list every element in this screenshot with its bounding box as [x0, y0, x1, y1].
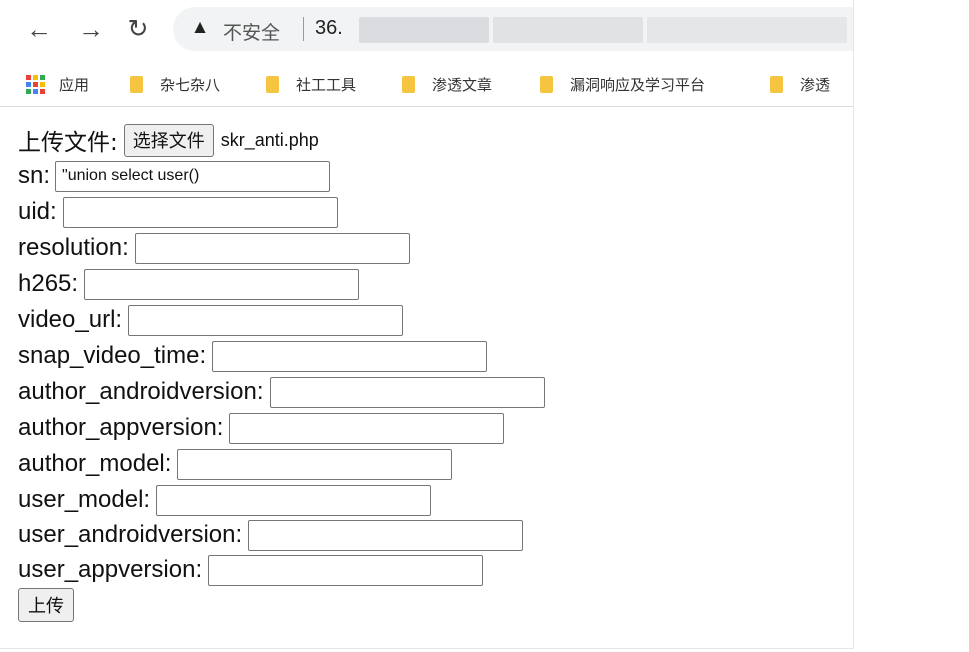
resolution-input[interactable]	[134, 232, 410, 264]
field-row-uid: uid:	[18, 194, 338, 230]
folder-icon	[266, 75, 279, 93]
bookmark-label: 漏洞响应及学习平台	[570, 75, 706, 94]
author-androidversion-input[interactable]	[269, 376, 545, 408]
field-row-video-url: video_url:	[18, 302, 404, 338]
warning-icon: ▲	[190, 17, 210, 38]
arrow-right-icon: →	[78, 13, 104, 44]
bookmark-folder[interactable]: 杂七杂八	[130, 70, 220, 98]
field-label: author_appversion:	[18, 414, 224, 441]
sn-input[interactable]	[55, 160, 331, 192]
user-androidversion-input[interactable]	[248, 519, 524, 551]
field-label: resolution:	[18, 234, 129, 261]
uid-input[interactable]	[62, 196, 338, 228]
bookmark-label: 应用	[59, 75, 90, 94]
field-label: sn:	[18, 162, 51, 189]
author-model-input[interactable]	[177, 448, 453, 480]
field-label: video_url:	[18, 306, 123, 333]
field-label: user_appversion:	[18, 556, 203, 583]
bookmark-folder[interactable]: 渗透文章	[402, 70, 492, 98]
field-row-author-model: author_model:	[18, 446, 453, 482]
folder-icon	[402, 75, 415, 93]
field-row-user-model: user_model:	[18, 482, 432, 518]
author-appversion-input[interactable]	[229, 412, 505, 444]
field-label: user_androidversion:	[18, 521, 243, 548]
user-appversion-input[interactable]	[208, 554, 484, 586]
file-name: skr_anti.php	[220, 129, 319, 150]
snap-video-time-input[interactable]	[212, 340, 488, 372]
file-row: 上传文件: 选择文件 skr_anti.php	[18, 122, 319, 158]
field-label: author_model:	[18, 450, 172, 477]
field-label: uid:	[18, 198, 57, 225]
bookmark-label: 杂七杂八	[160, 75, 221, 94]
field-row-h265: h265:	[18, 266, 360, 302]
browser-toolbar: ← → ↻ ▲ 不安全 36.	[0, 0, 853, 62]
address-bar[interactable]: ▲ 不安全 36.	[173, 7, 853, 51]
h265-input[interactable]	[84, 268, 360, 300]
field-label: author_androidversion:	[18, 378, 264, 405]
field-label: snap_video_time:	[18, 342, 207, 369]
field-label: h265:	[18, 270, 79, 297]
security-status[interactable]: 不安全	[223, 18, 280, 45]
bookmark-folder[interactable]: 漏洞响应及学习平台	[540, 70, 705, 98]
field-label: user_model:	[18, 486, 151, 513]
reload-icon: ↻	[127, 15, 149, 43]
bookmark-label: 渗透文章	[432, 75, 493, 94]
file-label: 上传文件:	[18, 130, 118, 156]
choose-file-button[interactable]: 选择文件	[123, 123, 214, 157]
url-redaction	[647, 17, 847, 43]
url-text[interactable]: 36.	[315, 17, 343, 40]
video-url-input[interactable]	[128, 304, 404, 336]
bookmarks-bar: 应用 杂七杂八 社工工具 渗透文章 漏洞响应及学习平台 渗透	[0, 62, 853, 107]
folder-icon	[130, 75, 143, 93]
bookmark-apps[interactable]: 应用	[26, 70, 89, 98]
arrow-left-icon: ←	[26, 13, 52, 44]
field-row-user-androidversion: user_androidversion:	[18, 517, 524, 553]
bookmark-folder[interactable]: 社工工具	[266, 70, 356, 98]
upload-submit-button[interactable]: 上传	[18, 588, 74, 622]
address-separator	[303, 17, 304, 41]
reload-button[interactable]: ↻	[121, 12, 155, 46]
bookmark-label: 社工工具	[296, 75, 357, 94]
url-redaction	[493, 17, 643, 43]
bookmark-label: 渗透	[800, 75, 831, 94]
folder-icon	[770, 75, 783, 93]
field-row-user-appversion: user_appversion:	[18, 552, 484, 588]
forward-button[interactable]: →	[74, 12, 108, 46]
back-button[interactable]: ←	[22, 12, 56, 46]
field-row-sn: sn:	[18, 158, 331, 194]
url-redaction	[359, 17, 489, 43]
apps-grid-icon	[26, 74, 45, 94]
field-row-author-androidversion: author_androidversion:	[18, 374, 545, 410]
field-row-resolution: resolution:	[18, 230, 410, 266]
user-model-input[interactable]	[156, 484, 432, 516]
bookmark-folder[interactable]: 渗透	[770, 70, 853, 98]
browser-window: ← → ↻ ▲ 不安全 36. 应用 杂七杂八 社工工具 渗透文章 漏洞响应及学…	[0, 0, 854, 649]
field-row-snap-video-time: snap_video_time:	[18, 338, 488, 374]
folder-icon	[540, 75, 553, 93]
field-row-author-appversion: author_appversion:	[18, 410, 505, 446]
